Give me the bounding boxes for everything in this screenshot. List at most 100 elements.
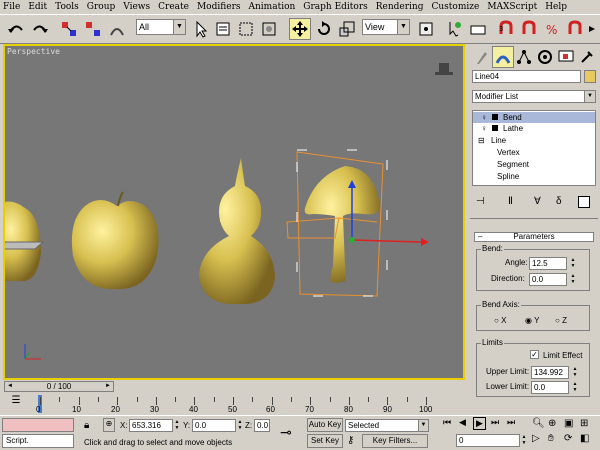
angle-snap-icon[interactable] — [518, 18, 540, 40]
key-mode-icon[interactable]: ⊸ — [280, 424, 292, 441]
undo-icon[interactable] — [5, 18, 27, 40]
tab-display-icon[interactable] — [555, 46, 577, 68]
select-object-icon[interactable] — [190, 18, 212, 40]
more-tools-icon[interactable] — [585, 18, 599, 40]
select-and-scale-icon[interactable] — [336, 18, 358, 40]
menu-file[interactable]: File — [3, 2, 20, 12]
key-icon[interactable]: ⚷ — [347, 435, 354, 446]
redo-icon[interactable] — [29, 18, 51, 40]
lower-limit-input[interactable]: 0.0 — [531, 381, 569, 394]
tab-motion-icon[interactable] — [534, 46, 556, 68]
lightbulb-icon[interactable]: ♀ — [481, 123, 487, 134]
menu-help[interactable]: Help — [545, 2, 567, 12]
cut-apple-object[interactable] — [5, 201, 45, 281]
stack-item-spline[interactable]: Spline — [473, 171, 595, 182]
menu-animation[interactable]: Animation — [249, 2, 296, 12]
collapse-icon[interactable]: ⊟ — [478, 135, 485, 146]
selection-filter-dropdown[interactable]: All ▼ — [136, 19, 186, 35]
select-by-name-icon[interactable] — [212, 18, 234, 40]
expand-icon[interactable] — [492, 125, 498, 131]
limit-effect-checkbox[interactable]: ✓ — [530, 350, 539, 359]
menu-create[interactable]: Create — [158, 2, 189, 12]
angle-spinner-icon[interactable]: ▲ ▼ — [569, 257, 577, 269]
auto-key-button[interactable]: Auto Key — [307, 418, 343, 432]
time-slider-thumb[interactable]: ◄ 0 / 100 ► — [4, 381, 114, 392]
direction-input[interactable]: 0.0 — [529, 273, 567, 286]
select-and-rotate-icon[interactable] — [313, 18, 335, 40]
menu-views[interactable]: Views — [123, 2, 150, 12]
keyboard-shortcut-override-icon[interactable] — [467, 18, 489, 40]
zoom-icon[interactable]: 🔍︎ — [532, 418, 545, 429]
make-unique-icon[interactable]: ∀ — [534, 196, 541, 207]
go-to-start-icon[interactable]: ⏮︎ — [443, 417, 451, 428]
lock-icon[interactable]: 🔒︎ — [84, 420, 89, 431]
expand-icon[interactable] — [492, 114, 498, 120]
stack-item-line[interactable]: ⊟ Line — [473, 135, 595, 146]
y-coordinate-input[interactable]: 0.0 — [192, 419, 236, 432]
pivot-center-icon[interactable] — [415, 18, 437, 40]
previous-frame-icon[interactable]: ◀︎ — [459, 417, 466, 428]
stack-item-lathe[interactable]: ♀ Lathe — [473, 123, 595, 134]
rectangular-selection-icon[interactable] — [235, 18, 257, 40]
z-coordinate-input[interactable]: 0.0 — [254, 419, 270, 432]
key-selection-dropdown[interactable]: Selected ▼ — [345, 419, 429, 432]
x-spinner-icon[interactable]: ▲ ▼ — [173, 419, 181, 431]
object-name-field[interactable]: Line04 — [472, 70, 581, 83]
key-filters-button[interactable]: Key Filters... — [362, 434, 428, 448]
frame-spinner-icon[interactable]: ▲ ▼ — [520, 434, 528, 446]
show-end-result-icon[interactable]: Ⅱ — [508, 196, 513, 207]
menu-group[interactable]: Group — [87, 2, 115, 12]
tab-create-icon[interactable] — [471, 46, 493, 68]
menu-edit[interactable]: Edit — [28, 2, 47, 12]
zoom-extents-all-icon[interactable]: ⊞ — [580, 418, 588, 429]
absolute-mode-icon[interactable]: ⊕ — [103, 418, 115, 432]
menu-modifiers[interactable]: Modifiers — [197, 2, 241, 12]
upper-limit-input[interactable]: 134.992 — [531, 366, 569, 379]
tab-hierarchy-icon[interactable] — [513, 46, 535, 68]
spinner-snap-icon[interactable] — [564, 18, 586, 40]
upper-limit-spinner-icon[interactable]: ▲ ▼ — [571, 366, 579, 378]
go-to-end-icon[interactable]: ⏭︎ — [507, 417, 515, 428]
mini-curve-editor-icon[interactable]: ☰ — [4, 395, 28, 413]
tab-modify-icon[interactable] — [492, 46, 514, 68]
timeline-track[interactable]: ☰ 0 10 20 30 40 50 60 70 80 90 100 — [0, 393, 440, 415]
modifier-list-dropdown[interactable]: Modifier List ▼ — [472, 90, 596, 103]
x-coordinate-input[interactable]: 653.316 — [129, 419, 173, 432]
select-and-manipulate-icon[interactable] — [443, 18, 465, 40]
menu-rendering[interactable]: Rendering — [376, 2, 424, 12]
stack-item-segment[interactable]: Segment — [473, 159, 595, 170]
unlink-selection-icon[interactable] — [82, 18, 104, 40]
stack-item-vertex[interactable]: Vertex — [473, 147, 595, 158]
arc-rotate-icon[interactable]: ⟳ — [564, 433, 572, 444]
axis-y-radio[interactable]: ◉ Y — [525, 316, 539, 325]
axis-z-radio[interactable]: ○ Z — [555, 316, 567, 325]
apple-object[interactable] — [71, 191, 159, 290]
pan-icon[interactable]: ✋︎ — [548, 433, 554, 444]
perspective-viewport[interactable]: Perspective — [3, 44, 465, 380]
window-crossing-icon[interactable] — [258, 18, 280, 40]
gourd-object[interactable] — [199, 158, 275, 305]
pin-stack-icon[interactable]: ⊣ — [476, 196, 485, 207]
select-and-link-icon[interactable] — [58, 18, 80, 40]
axis-x-radio[interactable]: ○ X — [494, 316, 506, 325]
y-spinner-icon[interactable]: ▲ ▼ — [236, 419, 244, 431]
select-and-move-icon[interactable] — [289, 18, 311, 40]
maxscript-listener-input[interactable]: Script. — [2, 434, 74, 448]
object-color-swatch[interactable] — [584, 70, 596, 83]
time-slider[interactable]: ◄ 0 / 100 ► — [0, 380, 465, 393]
zoom-all-icon[interactable]: ⊕ — [548, 418, 556, 429]
zoom-extents-icon[interactable]: ▣ — [564, 418, 573, 429]
lower-limit-spinner-icon[interactable]: ▲ ▼ — [571, 381, 579, 393]
modifier-stack[interactable]: ♀ Bend ♀ Lathe ⊟ Line Vertex Segment Spl… — [472, 110, 596, 186]
remove-modifier-icon[interactable]: δ — [556, 196, 562, 207]
set-key-button[interactable]: Set Key — [307, 434, 343, 448]
parameters-rollout-header[interactable]: – Parameters — [474, 232, 594, 242]
current-frame-input[interactable]: 0 — [456, 434, 520, 447]
field-of-view-icon[interactable]: ▷ — [532, 433, 540, 444]
next-frame-icon[interactable]: ⏭︎ — [491, 417, 499, 428]
menu-tools[interactable]: Tools — [55, 2, 79, 12]
maxscript-listener-top[interactable] — [2, 418, 74, 432]
configure-modifier-sets-icon[interactable] — [578, 196, 590, 208]
direction-spinner-icon[interactable]: ▲ ▼ — [569, 273, 577, 285]
reference-coordinate-dropdown[interactable]: View ▼ — [362, 19, 410, 35]
